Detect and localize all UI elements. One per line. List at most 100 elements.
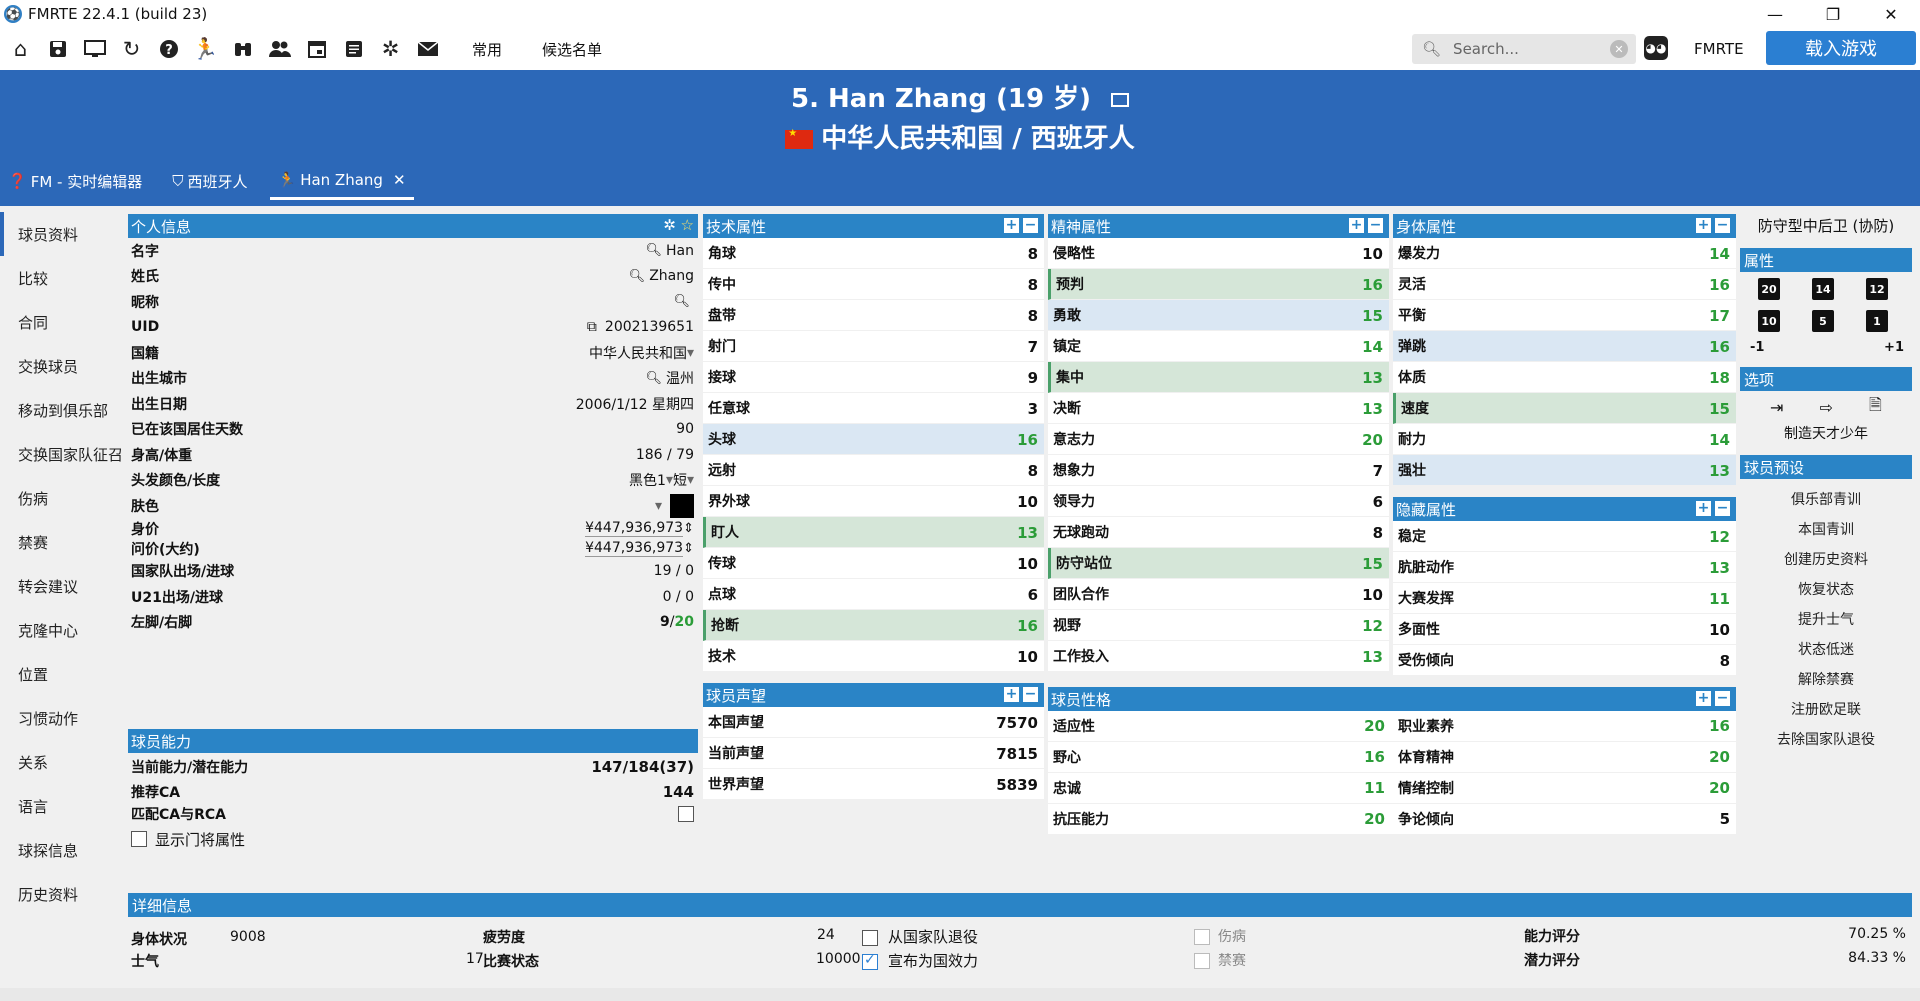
increase-all-icon[interactable]: +: [1696, 218, 1711, 233]
sidebar-item[interactable]: 比较: [0, 256, 124, 300]
set-attr-button[interactable]: 12: [1866, 278, 1888, 300]
attribute-value[interactable]: 20: [1364, 804, 1385, 835]
field-value[interactable]: ¥447,936,973 ⇕: [585, 519, 694, 539]
personality-cell[interactable]: 抗压能力 20: [1048, 804, 1393, 835]
document-icon[interactable]: [335, 31, 372, 67]
attribute-value[interactable]: 5: [1720, 804, 1730, 835]
attribute-row[interactable]: 预判 16: [1048, 269, 1389, 300]
minus-one-button[interactable]: -1: [1750, 340, 1764, 355]
attribute-value[interactable]: 8: [1373, 517, 1383, 548]
chevron-down-icon[interactable]: ▾: [687, 472, 694, 488]
attribute-value[interactable]: 13: [1362, 393, 1383, 424]
attribute-row[interactable]: 侵略性 10: [1048, 238, 1389, 269]
sidebar-item[interactable]: 合同: [0, 300, 124, 344]
attribute-row[interactable]: 世界声望 5839: [703, 769, 1044, 800]
attribute-row[interactable]: 当前声望 7815: [703, 738, 1044, 769]
attribute-value[interactable]: 14: [1709, 238, 1730, 269]
import-icon[interactable]: ⇥: [1770, 398, 1783, 417]
attribute-value[interactable]: 10: [1709, 614, 1730, 645]
attribute-row[interactable]: 稳定 12: [1393, 521, 1736, 552]
attribute-row[interactable]: 平衡 17: [1393, 300, 1736, 331]
preset-item[interactable]: 恢复状态: [1740, 575, 1912, 605]
ban-checkbox[interactable]: [1194, 953, 1210, 969]
maximize-button[interactable]: ❐: [1804, 0, 1862, 28]
preset-item[interactable]: 提升士气: [1740, 605, 1912, 635]
chevron-down-icon[interactable]: ▾: [655, 498, 662, 514]
attribute-row[interactable]: 决断 13: [1048, 393, 1389, 424]
mail-icon[interactable]: [409, 31, 446, 67]
attribute-value[interactable]: 8: [1028, 300, 1038, 331]
attribute-value[interactable]: 3: [1028, 393, 1038, 424]
attribute-value[interactable]: 11: [1709, 583, 1730, 614]
attribute-row[interactable]: 盯人 13: [703, 517, 1044, 548]
decrease-all-icon[interactable]: −: [1715, 501, 1730, 516]
attribute-row[interactable]: 传球 10: [703, 548, 1044, 579]
left-foot-value[interactable]: 9: [660, 614, 670, 630]
set-attr-button[interactable]: 20: [1758, 278, 1780, 300]
help-icon[interactable]: ?: [150, 31, 187, 67]
discord-icon[interactable]: ◕◕: [1644, 36, 1668, 60]
field-value[interactable]: 黑色1 ▾ 短 ▾: [629, 468, 694, 494]
attribute-row[interactable]: 接球 9: [703, 362, 1044, 393]
attribute-row[interactable]: 意志力 20: [1048, 424, 1389, 455]
minimize-button[interactable]: —: [1746, 0, 1804, 28]
people-icon[interactable]: [261, 31, 298, 67]
field-value[interactable]: 🔍︎ 温州: [645, 366, 694, 392]
attribute-value[interactable]: 7: [1028, 331, 1038, 362]
attribute-value[interactable]: 20: [1362, 424, 1383, 455]
field-value[interactable]: 0 / 0: [663, 584, 694, 610]
sidebar-item[interactable]: 禁赛: [0, 520, 124, 564]
field-value[interactable]: 9 / 20: [660, 610, 694, 636]
set-attr-button[interactable]: 14: [1812, 278, 1834, 300]
fmrte-label[interactable]: FMRTE: [1694, 40, 1744, 58]
field-value[interactable]: ▾: [655, 493, 694, 519]
personality-cell[interactable]: 情绪控制 20: [1393, 773, 1736, 804]
field-value[interactable]: ⧉ 2002139651: [587, 315, 694, 341]
field-value[interactable]: 中华人民共和国 ▾: [589, 340, 694, 366]
attribute-row[interactable]: 团队合作 10: [1048, 579, 1389, 610]
settings-icon[interactable]: ✲: [663, 216, 676, 234]
declared-checkbox[interactable]: [862, 952, 878, 970]
decrease-all-icon[interactable]: −: [1715, 218, 1730, 233]
ca-pa-value[interactable]: 147/184(37): [591, 753, 694, 781]
star-icon[interactable]: ☆: [681, 216, 694, 234]
decrease-all-icon[interactable]: −: [1023, 218, 1038, 233]
attribute-value[interactable]: 17: [1709, 300, 1730, 331]
attribute-row[interactable]: 集中 13: [1048, 362, 1389, 393]
attribute-value[interactable]: 5839: [996, 769, 1038, 800]
attribute-row[interactable]: 勇敢 15: [1048, 300, 1389, 331]
attribute-value[interactable]: 10: [1362, 579, 1383, 610]
calendar-icon[interactable]: [298, 31, 335, 67]
attribute-row[interactable]: 想象力 7: [1048, 455, 1389, 486]
make-wonderkid-button[interactable]: 制造天才少年: [1740, 423, 1912, 445]
personality-cell[interactable]: 体育精神 20: [1393, 742, 1736, 773]
attribute-value[interactable]: 10: [1017, 641, 1038, 672]
menu-shortlist[interactable]: 候选名单: [542, 39, 602, 60]
attribute-value[interactable]: 20: [1709, 773, 1730, 804]
increase-all-icon[interactable]: +: [1004, 687, 1019, 702]
attribute-value[interactable]: 13: [1362, 362, 1383, 393]
sidebar-item[interactable]: 交换国家队征召: [0, 432, 124, 476]
tab-club[interactable]: ⛉ 西班牙人: [164, 162, 255, 200]
form-value[interactable]: 10000: [816, 951, 861, 967]
field-value[interactable]: 🔍︎: [673, 289, 694, 315]
attribute-row[interactable]: 领导力 6: [1048, 486, 1389, 517]
attribute-value[interactable]: 18: [1709, 362, 1730, 393]
attribute-value[interactable]: 7: [1373, 455, 1383, 486]
increase-all-icon[interactable]: +: [1349, 218, 1364, 233]
chevron-down-icon[interactable]: ▾: [666, 472, 673, 488]
attribute-row[interactable]: 本国声望 7570: [703, 707, 1044, 738]
preset-item[interactable]: 状态低迷: [1740, 635, 1912, 665]
attribute-row[interactable]: 防守站位 15: [1048, 548, 1389, 579]
attribute-row[interactable]: 多面性 10: [1393, 614, 1736, 645]
attribute-value[interactable]: 9: [1028, 362, 1038, 393]
attribute-value[interactable]: 12: [1709, 521, 1730, 552]
hair-length-select[interactable]: 短: [673, 470, 687, 490]
attribute-row[interactable]: 大赛发挥 11: [1393, 583, 1736, 614]
attribute-value[interactable]: 13: [1362, 641, 1383, 672]
attribute-value[interactable]: 10: [1017, 486, 1038, 517]
morale-value[interactable]: 17: [466, 951, 484, 967]
attribute-row[interactable]: 射门 7: [703, 331, 1044, 362]
close-window-button[interactable]: ✕: [1862, 0, 1920, 28]
attribute-value[interactable]: 12: [1362, 610, 1383, 641]
